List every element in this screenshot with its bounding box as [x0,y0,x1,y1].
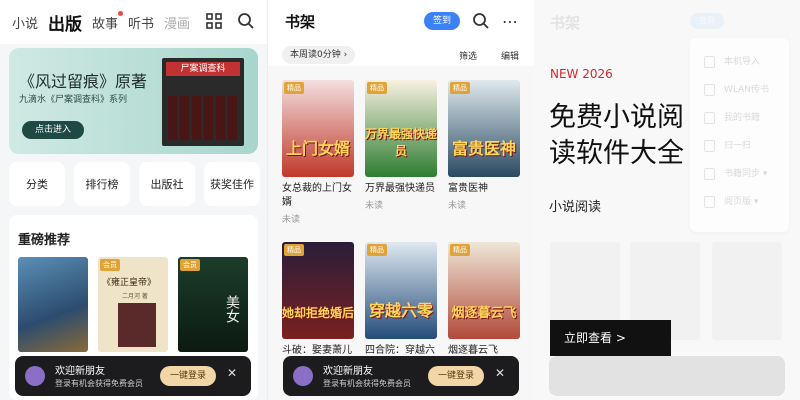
avatar [25,366,45,386]
reading-bar: 本周读0分钟 › 筛选 编辑 [268,44,534,66]
promo-banner[interactable]: 《风过留痕》原著 九滴水《尸案调查科》系列 点击进入 尸案调查科 [9,48,258,154]
cover-title: 穿越六零 [368,301,433,320]
member-tag: 会员 [180,259,200,271]
notification-dot [118,10,124,16]
shelf-book[interactable]: 精品 烟逐暮云飞 烟逐暮云飞 [448,242,520,358]
shelf-book[interactable]: 精品 富贵医神 富贵医神 未读 [448,80,520,211]
member-tag: 会员 [100,259,120,271]
view-now-button[interactable]: 立即查看 > [550,320,671,356]
category-button[interactable]: 分类 [9,162,65,206]
faded-login-prompt [549,356,785,396]
section-title: 重磅推荐 [18,233,71,248]
shelf-book[interactable]: 精品 穿越六零 四合院：穿越六 [365,242,437,358]
box-set-image [118,303,156,347]
cover-author: 二月河 著 [122,293,148,300]
search-icon[interactable] [472,12,492,32]
search-icon[interactable] [237,12,257,32]
book-cover: 精品 富贵医神 [448,80,520,177]
book-title: 女总裁的上门女婿 [282,183,352,208]
book-status: 未读 [448,201,467,211]
tab-audiobook[interactable]: 听书 [128,13,154,32]
bookshelf-screen: 书架 签到 ⋯ 本周读0分钟 › 筛选 编辑 精品 上门女婿 女总裁的上门女婿 … [267,0,534,400]
cover-title: 她却拒绝婚后 [282,306,354,320]
top-nav: 小说 出版 故事 听书 漫画 [0,0,267,44]
cover-title: 上门女婿 [285,139,350,158]
book-title: 万界最强快递员 [365,183,435,194]
login-title: 欢迎新朋友 [323,366,373,377]
login-title: 欢迎新朋友 [55,366,105,377]
tab-comic[interactable]: 漫画 [164,13,190,32]
banner-subtitle: 九滴水《尸案调查科》系列 [19,95,128,105]
tab-story[interactable]: 故事 [92,10,124,32]
ad-panel: 书架 签到 本机导入 WLAN传书 我的书籍 扫一扫 书籍同步 ▾ 阅页版 ▾ … [534,0,800,400]
cover-title: 富贵医神 [451,139,516,158]
premium-tag: 精品 [284,244,304,256]
premium-tag: 精品 [450,244,470,256]
book-cover: 精品 万界最强快递员 [365,80,437,177]
avatar [293,366,313,386]
category-row: 分类 排行榜 出版社 获奖佳作 [9,162,260,206]
login-prompt: 欢迎新朋友 登录有机会获得免费会员 一键登录 ✕ [15,356,251,396]
premium-tag: 精品 [367,82,387,94]
grid-icon[interactable] [205,12,225,32]
close-icon[interactable]: ✕ [495,366,505,380]
cover-title: 烟逐暮云飞 [451,306,517,321]
banner-title: 《风过留痕》原著 [19,72,148,91]
login-subtitle: 登录有机会获得免费会员 [323,379,411,388]
cover-title: 《雍正皇帝》 [102,278,157,288]
tab-story-label: 故事 [92,16,119,32]
enter-button[interactable]: 点击进入 [22,121,84,139]
bookstore-screen: 小说 出版 故事 听书 漫画 《风过留痕》原著 九滴水《尸案调查科》系列 点击进… [0,0,267,400]
ad-headline: 免费小说阅读软件大全 [549,102,684,169]
premium-tag: 精品 [367,244,387,256]
premium-tag: 精品 [284,82,304,94]
book-cover[interactable]: 会员 美女 [178,257,248,352]
one-click-login-button[interactable]: 一键登录 [428,366,484,386]
sign-in-button[interactable]: 签到 [424,12,460,30]
tab-novel[interactable]: 小说 [12,13,38,32]
book-cover: 精品 她却拒绝婚后 [282,242,354,339]
reading-time-pill[interactable]: 本周读0分钟 › [282,46,356,64]
shelf-book[interactable]: 精品 万界最强快递员 万界最强快递员 未读 [365,80,437,211]
edit-button[interactable]: 编辑 [501,49,519,62]
bookshelf-header: 书架 签到 ⋯ [268,0,534,44]
book-cover: 精品 烟逐暮云飞 [448,242,520,339]
book-cover: 精品 上门女婿 [282,80,354,177]
book-cover[interactable] [18,257,88,352]
cover-title: 万界最强快递员 [365,127,437,158]
banner-book-image: 尸案调查科 [162,58,244,146]
one-click-login-button[interactable]: 一键登录 [160,366,216,386]
more-icon[interactable]: ⋯ [502,12,522,32]
award-button[interactable]: 获奖佳作 [204,162,260,206]
ad-tag: NEW 2026 [550,67,613,81]
tab-publish[interactable]: 出版 [48,10,82,35]
banner-book-label: 尸案调查科 [166,62,240,76]
filter-button[interactable]: 筛选 [459,49,477,62]
book-status: 未读 [282,215,301,225]
book-cover[interactable]: 会员 《雍正皇帝》 二月河 著 [98,257,168,352]
premium-tag: 精品 [450,82,470,94]
login-subtitle: 登录有机会获得免费会员 [55,379,143,388]
book-status: 未读 [365,201,384,211]
ranking-button[interactable]: 排行榜 [74,162,130,206]
publisher-button[interactable]: 出版社 [139,162,195,206]
page-title: 书架 [285,13,316,31]
login-prompt: 欢迎新朋友 登录有机会获得免费会员 一键登录 ✕ [283,356,519,396]
ad-subtitle: 小说阅读 [549,200,602,215]
book-title: 富贵医神 [448,183,488,194]
close-icon[interactable]: ✕ [227,366,237,380]
shelf-book[interactable]: 精品 上门女婿 女总裁的上门女婿 未读 [282,80,354,225]
reading-time-text: 本周读0分钟 [290,50,341,60]
book-cover: 精品 穿越六零 [365,242,437,339]
shelf-book[interactable]: 精品 她却拒绝婚后 斗破：娶妻萧儿 [282,242,354,358]
cover-title: 美女 [224,295,240,323]
